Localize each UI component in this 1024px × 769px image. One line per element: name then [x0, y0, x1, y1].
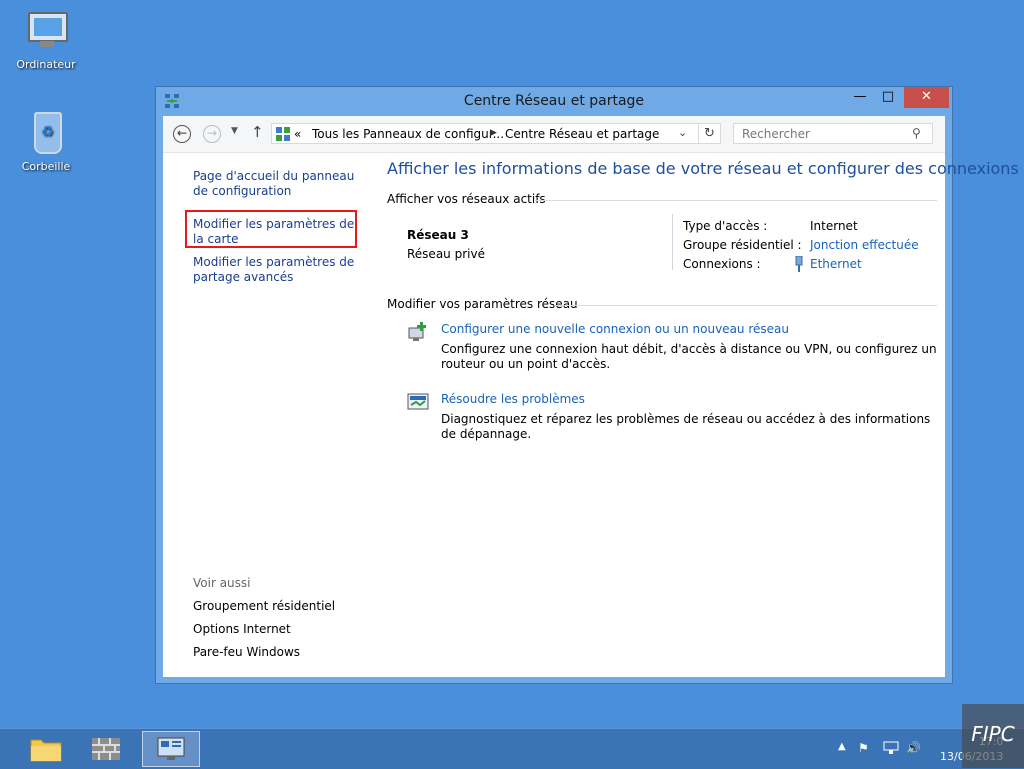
divider — [554, 305, 937, 306]
connections-label: Connexions : — [683, 257, 761, 271]
access-type-value: Internet — [810, 219, 858, 233]
forward-button[interactable]: → — [203, 125, 221, 143]
navigation-bar: ← → ▼ ↑ « Tous les Panneaux de configur.… — [163, 116, 945, 153]
see-also-internet-options[interactable]: Options Internet — [193, 622, 291, 636]
desktop-icon-corbeille[interactable]: Corbeille — [6, 112, 86, 173]
setup-connection-link[interactable]: Configurer une nouvelle connexion ou un … — [441, 322, 789, 336]
desktop-icon-label: Corbeille — [21, 160, 71, 173]
control-panel-icon — [276, 127, 290, 141]
flag-icon[interactable]: ⚑ — [858, 741, 869, 755]
chevron-down-icon[interactable]: ⌄ — [678, 126, 687, 139]
firewall-icon — [92, 738, 120, 760]
title-bar[interactable]: Centre Réseau et partage — □ ✕ — [156, 87, 952, 116]
recent-locations-dropdown[interactable]: ▼ — [231, 126, 238, 136]
breadcrumb-control-panel[interactable]: Tous les Panneaux de configur... — [312, 127, 504, 141]
search-icon[interactable]: ⚲ — [912, 126, 921, 140]
taskbar-network-center[interactable] — [142, 731, 200, 767]
recycle-bin-icon — [22, 112, 70, 156]
homegroup-label: Groupe résidentiel : — [683, 238, 802, 252]
up-button[interactable]: ↑ — [251, 123, 264, 141]
address-bar[interactable]: « Tous les Panneaux de configur... ▶ Cen… — [271, 123, 699, 144]
see-also-homegroup[interactable]: Groupement résidentiel — [193, 599, 335, 613]
folder-icon — [30, 739, 62, 762]
window-title: Centre Réseau et partage — [463, 93, 645, 109]
highlight-box — [185, 210, 357, 248]
new-connection-icon — [408, 322, 426, 341]
back-button[interactable]: ← — [173, 125, 191, 143]
taskbar-file-explorer[interactable] — [17, 731, 75, 767]
ethernet-link[interactable]: Ethernet — [810, 257, 862, 271]
divider — [535, 200, 937, 201]
close-button[interactable]: ✕ — [904, 87, 949, 108]
sidebar-link-control-panel-home[interactable]: Page d'accueil du panneau de configurati… — [193, 169, 361, 199]
taskbar: ▲ ⚑ 🔊 17:0 13/06/2013 — [0, 728, 1024, 769]
network-tray-icon[interactable] — [883, 741, 899, 755]
computer-icon — [22, 10, 70, 54]
search-input[interactable] — [740, 126, 904, 142]
window-content: ← → ▼ ↑ « Tous les Panneaux de configur.… — [163, 116, 1019, 677]
network-name: Réseau 3 — [407, 228, 469, 242]
troubleshoot-link[interactable]: Résoudre les problèmes — [441, 392, 585, 406]
homegroup-link[interactable]: Jonction effectuée — [810, 238, 919, 252]
see-also-heading: Voir aussi — [193, 576, 251, 590]
breadcrumb-network-center[interactable]: Centre Réseau et partage — [505, 127, 659, 141]
troubleshoot-description: Diagnostiquez et réparez les problèmes d… — [441, 412, 931, 441]
network-icon — [157, 737, 185, 760]
sidebar-link-advanced-sharing[interactable]: Modifier les paramètres de partage avanc… — [193, 255, 361, 285]
taskbar-firewall[interactable] — [78, 731, 136, 767]
page-title: Afficher les informations de base de vot… — [387, 159, 1019, 178]
volume-icon[interactable]: 🔊 — [906, 741, 921, 755]
search-box[interactable]: ⚲ — [733, 123, 933, 144]
maximize-button[interactable]: □ — [874, 87, 902, 108]
watermark-logo: FIPC — [962, 704, 1024, 768]
setup-connection-description: Configurez une connexion haut débit, d'a… — [441, 342, 937, 371]
troubleshoot-icon — [407, 393, 429, 410]
network-settings-heading: Modifier vos paramètres réseau — [387, 297, 578, 311]
minimize-button[interactable]: — — [846, 87, 874, 108]
network-sharing-center-window: Centre Réseau et partage — □ ✕ ← → ▼ ↑ «… — [155, 86, 1019, 684]
desktop-icon-label: Ordinateur — [16, 58, 76, 71]
network-type: Réseau privé — [407, 247, 485, 261]
breadcrumb-separator-icon[interactable]: ▶ — [490, 128, 497, 138]
refresh-button[interactable]: ↻ — [699, 123, 721, 144]
active-networks-heading: Afficher vos réseaux actifs — [387, 192, 546, 206]
divider — [672, 214, 673, 270]
chevron-up-icon[interactable]: ▲ — [838, 741, 846, 752]
desktop-icon-ordinateur[interactable]: Ordinateur — [6, 10, 86, 71]
see-also-firewall[interactable]: Pare-feu Windows — [193, 645, 300, 659]
ethernet-icon — [795, 256, 803, 272]
address-prefix[interactable]: « — [294, 127, 301, 141]
access-type-label: Type d'accès : — [683, 219, 768, 233]
